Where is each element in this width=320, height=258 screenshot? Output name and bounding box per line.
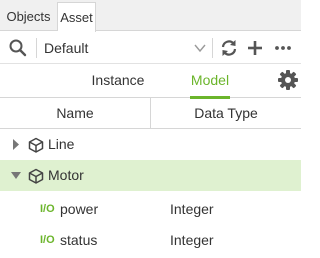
column-header-data-type[interactable]: Data Type <box>151 98 301 128</box>
panel-tabs: Objects Asset <box>0 0 301 32</box>
tree-node-label: Motor <box>48 167 84 183</box>
chevron-down-icon <box>194 44 206 53</box>
tab-instance[interactable]: Instance <box>78 64 158 98</box>
more-button[interactable] <box>273 38 293 58</box>
tab-objects[interactable]: Objects <box>0 2 58 31</box>
more-icon <box>275 46 291 50</box>
column-header-name[interactable]: Name <box>0 98 151 128</box>
property-row-status[interactable]: I/O status Integer <box>0 225 301 256</box>
search-button[interactable] <box>8 38 28 58</box>
settings-button[interactable] <box>277 69 299 91</box>
select-value: Default <box>44 40 89 56</box>
refresh-button[interactable] <box>219 38 239 58</box>
property-data-type: Integer <box>170 232 214 248</box>
toolbar-divider <box>36 38 37 58</box>
property-data-type: Integer <box>170 201 214 217</box>
cube-icon <box>28 168 44 184</box>
view-mode-tabs: Instance Model <box>0 64 301 99</box>
caret-down-icon[interactable] <box>10 160 22 191</box>
search-icon <box>9 39 27 57</box>
toolbar-divider <box>212 38 213 58</box>
tree-node-line[interactable]: Line <box>0 129 301 160</box>
asset-toolbar: Default <box>0 31 301 64</box>
io-badge: I/O <box>40 234 55 246</box>
cube-icon <box>28 137 44 153</box>
tab-model[interactable]: Model <box>170 64 250 99</box>
property-row-power[interactable]: I/O power Integer <box>0 194 301 225</box>
property-name: power <box>60 201 99 217</box>
property-name: status <box>60 232 98 248</box>
gear-icon <box>278 70 298 90</box>
tree-node-label: Line <box>48 136 75 152</box>
add-button[interactable] <box>245 38 265 58</box>
io-badge: I/O <box>40 203 55 215</box>
tab-asset[interactable]: Asset <box>58 2 96 32</box>
table-header: Name Data Type <box>0 98 301 129</box>
asset-model-select[interactable]: Default <box>44 36 214 60</box>
tree-node-motor[interactable]: Motor <box>0 160 301 191</box>
plus-icon <box>248 41 262 55</box>
refresh-icon <box>221 40 237 56</box>
caret-right-icon[interactable] <box>10 129 22 160</box>
